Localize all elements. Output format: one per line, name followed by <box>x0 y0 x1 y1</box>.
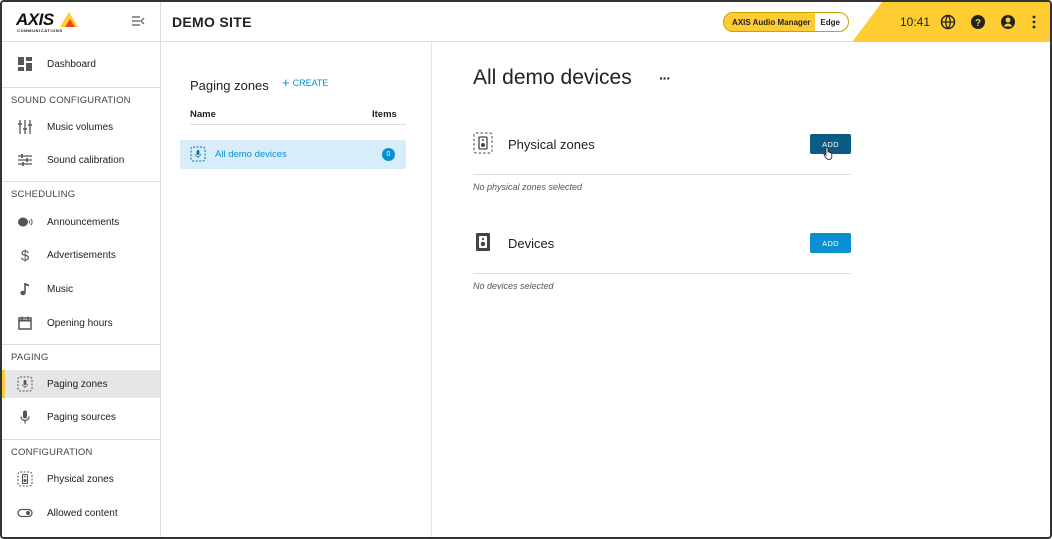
sidebar-item-label: Dashboard <box>47 58 96 70</box>
sidebar-item-label: Advertisements <box>47 249 116 261</box>
detail-title: All demo devices <box>473 66 632 89</box>
speaker-zone-icon <box>473 132 493 154</box>
sidebar-item-paging-sources[interactable]: Paging sources <box>2 403 160 431</box>
sidebar-item-paging-zones[interactable]: Paging zones <box>2 370 160 398</box>
zones-title: Paging zones <box>190 78 269 93</box>
toggle-icon <box>17 505 33 521</box>
devices-label: Devices <box>508 236 555 251</box>
sidebar-item-music-volumes[interactable]: Music volumes <box>2 113 160 141</box>
announcement-icon <box>17 214 33 230</box>
svg-text:$: $ <box>21 248 30 264</box>
section-label: CONFIGURATION <box>11 447 93 458</box>
add-device-button[interactable]: ADD <box>810 233 851 253</box>
top-bar: AXIS COMMUNICATIONS DEMO SITE AXIS Audio… <box>2 2 1050 42</box>
section-scheduling: SCHEDULING <box>2 181 160 205</box>
create-zone-button[interactable]: + CREATE <box>282 75 329 90</box>
sidebar-item-label: Allowed content <box>47 507 118 519</box>
logo-triangle-inner-icon <box>65 19 75 27</box>
app-window: AXIS COMMUNICATIONS DEMO SITE AXIS Audio… <box>0 0 1052 539</box>
dashboard-icon <box>17 56 33 72</box>
sidebar-item-label: Sound calibration <box>47 154 125 166</box>
section-sound-configuration: SOUND CONFIGURATION <box>2 87 160 111</box>
hand-cursor-icon <box>823 146 835 160</box>
logo-area: AXIS COMMUNICATIONS <box>2 2 161 42</box>
physical-zones-empty: No physical zones selected <box>473 182 583 192</box>
zone-row[interactable]: All demo devices 0 <box>180 140 406 169</box>
axis-logo[interactable]: AXIS COMMUNICATIONS <box>16 10 80 34</box>
physical-zones-label: Physical zones <box>508 137 595 152</box>
column-header-items[interactable]: Items <box>372 109 397 120</box>
app-badge[interactable]: AXIS Audio Manager Edge <box>723 12 849 32</box>
sidebar-item-label: Opening hours <box>47 317 113 329</box>
sidebar-item-opening-hours[interactable]: Opening hours <box>2 309 160 337</box>
sidebar-item-label: Music <box>47 283 74 295</box>
zone-item-count: 0 <box>382 148 395 161</box>
more-vertical-icon[interactable] <box>1030 13 1038 31</box>
sidebar-item-label: Physical zones <box>47 473 114 485</box>
sidebar-item-label: Paging sources <box>47 411 116 423</box>
microphone-icon <box>17 409 33 425</box>
paging-zone-icon <box>190 146 206 162</box>
paging-zone-icon <box>17 376 33 392</box>
section-configuration: CONFIGURATION <box>2 439 160 463</box>
app-name: AXIS Audio Manager <box>732 17 811 27</box>
header-divider <box>190 124 406 125</box>
clock: 10:41 <box>900 15 931 29</box>
create-label: CREATE <box>292 78 329 88</box>
sidebar-item-announcements[interactable]: Announcements <box>2 208 160 236</box>
help-icon[interactable]: ? <box>969 13 987 31</box>
devices-header: Devices ADD <box>473 223 851 263</box>
sidebar-item-dashboard[interactable]: Dashboard <box>2 50 160 78</box>
section-label: SOUND CONFIGURATION <box>11 95 131 106</box>
equalizer-icon <box>17 119 33 135</box>
calendar-icon <box>17 315 33 331</box>
column-header-name[interactable]: Name <box>190 109 216 120</box>
sidebar-item-allowed-content[interactable]: Allowed content <box>2 499 160 527</box>
zone-name: All demo devices <box>215 149 287 160</box>
sidebar-item-label: Announcements <box>47 216 120 228</box>
devices-divider <box>473 273 851 274</box>
menu-collapse-icon[interactable] <box>131 14 147 30</box>
logo-text: AXIS <box>16 10 54 29</box>
zone-detail-panel: All demo devices ··· Physical zones ADD … <box>433 42 1050 537</box>
sidebar-item-label: Paging zones <box>47 378 108 390</box>
user-icon[interactable] <box>999 13 1017 31</box>
section-paging: PAGING <box>2 344 160 368</box>
section-label: SCHEDULING <box>11 189 76 200</box>
svg-text:?: ? <box>975 18 981 29</box>
physical-zones-divider <box>473 174 851 175</box>
section-label: PAGING <box>11 352 49 363</box>
music-note-icon <box>17 281 33 297</box>
sidebar-item-physical-zones[interactable]: Physical zones <box>2 465 160 493</box>
sidebar-item-label: Music volumes <box>47 121 114 133</box>
tune-icon <box>17 152 33 168</box>
logo-subtext: COMMUNICATIONS <box>17 28 63 33</box>
speaker-zone-icon <box>17 471 33 487</box>
physical-zones-header: Physical zones ADD <box>473 124 851 164</box>
sidebar: Dashboard SOUND CONFIGURATION Music volu… <box>2 42 161 537</box>
site-title: DEMO SITE <box>172 14 252 30</box>
sidebar-item-music[interactable]: Music <box>2 275 160 303</box>
devices-empty: No devices selected <box>473 281 554 291</box>
plus-icon: + <box>282 75 290 90</box>
dollar-icon: $ <box>17 247 33 265</box>
sidebar-item-advertisements[interactable]: $ Advertisements <box>2 241 160 269</box>
more-options-button[interactable]: ··· <box>659 70 671 86</box>
sidebar-item-sound-calibration[interactable]: Sound calibration <box>2 146 160 174</box>
globe-icon[interactable] <box>939 13 957 31</box>
speaker-icon <box>473 231 493 253</box>
zones-list-panel: Paging zones + CREATE Name Items All dem… <box>162 42 432 537</box>
app-edition: Edge <box>815 13 848 31</box>
